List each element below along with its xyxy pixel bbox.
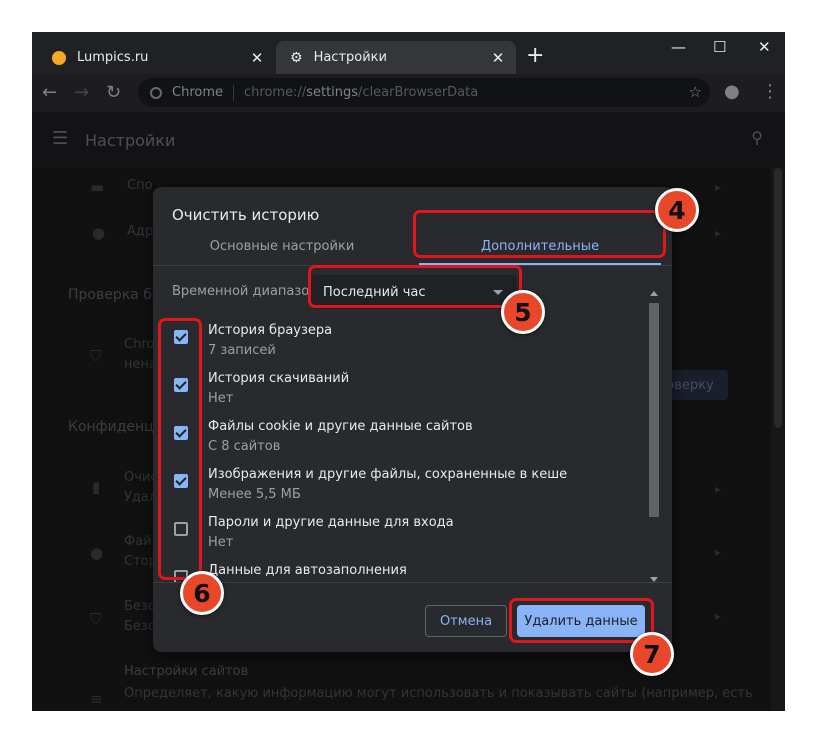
list-item: Пароли и другие данные для входа Нет <box>153 513 643 561</box>
lumpics-favicon <box>52 50 66 65</box>
dialog-scrollbar[interactable] <box>649 291 659 582</box>
list-item: Данные для автозаполнения <box>153 561 643 582</box>
list-item: История браузера 7 записей <box>153 321 643 369</box>
step-badge-5: 5 <box>501 290 545 334</box>
data-type-list: История браузера 7 записей История скачи… <box>153 321 663 582</box>
dialog-title: Очистить историю <box>172 206 320 224</box>
item-sub: С 8 сайтов <box>208 439 281 454</box>
tab-basic[interactable]: Основные настройки <box>153 231 411 261</box>
gear-icon: ⚙ <box>290 49 303 66</box>
item-label: История скачиваний <box>208 371 350 386</box>
item-sub: Менее 5,5 МБ <box>208 487 301 502</box>
list-item: История скачиваний Нет <box>153 369 643 417</box>
close-tab-icon[interactable]: ✕ <box>245 49 269 67</box>
minimize-button[interactable]: — <box>671 38 686 56</box>
new-tab-button[interactable]: + <box>526 43 544 68</box>
highlight-advanced-tab <box>413 210 666 258</box>
list-item: Файлы cookie и другие данные сайтов С 8 … <box>153 417 643 465</box>
highlight-time-range <box>308 265 522 308</box>
tab-title: Lumpics.ru <box>77 50 149 65</box>
maximize-button[interactable]: ☐ <box>713 38 726 56</box>
highlight-delete-button <box>509 598 654 643</box>
tab-settings[interactable]: ⚙ Настройки ✕ <box>276 41 516 74</box>
close-window-button[interactable]: ✕ <box>758 38 771 56</box>
scroll-thumb[interactable] <box>649 303 659 517</box>
cancel-button[interactable]: Отмена <box>425 605 507 637</box>
highlight-checkboxes <box>158 318 202 580</box>
footer-divider <box>153 582 672 583</box>
tab-title: Настройки <box>313 50 387 65</box>
item-label: Пароли и другие данные для входа <box>208 515 454 530</box>
close-tab-icon[interactable]: ✕ <box>486 49 510 67</box>
item-label: Файлы cookie и другие данные сайтов <box>208 419 473 434</box>
item-label: Данные для автозаполнения <box>208 563 407 578</box>
step-badge-6: 6 <box>180 571 224 615</box>
time-range-label: Временной диапазон <box>172 284 318 299</box>
list-item: Изображения и другие файлы, сохраненные … <box>153 465 643 513</box>
tab-lumpics[interactable]: Lumpics.ru ✕ <box>38 41 275 74</box>
browser-window: Lumpics.ru ✕ ⚙ Настройки ✕ + — ☐ ✕ ← → ↻… <box>32 32 785 711</box>
tab-strip: Lumpics.ru ✕ ⚙ Настройки ✕ + — ☐ ✕ <box>32 32 785 74</box>
scroll-up-arrow-icon[interactable] <box>650 291 658 296</box>
item-label: История браузера <box>208 323 333 338</box>
item-sub: Нет <box>208 535 234 550</box>
item-label: Изображения и другие файлы, сохраненные … <box>208 467 568 482</box>
step-badge-7: 7 <box>630 632 674 676</box>
step-badge-4: 4 <box>655 188 699 232</box>
item-sub: Нет <box>208 391 234 406</box>
item-sub: 7 записей <box>208 343 276 358</box>
